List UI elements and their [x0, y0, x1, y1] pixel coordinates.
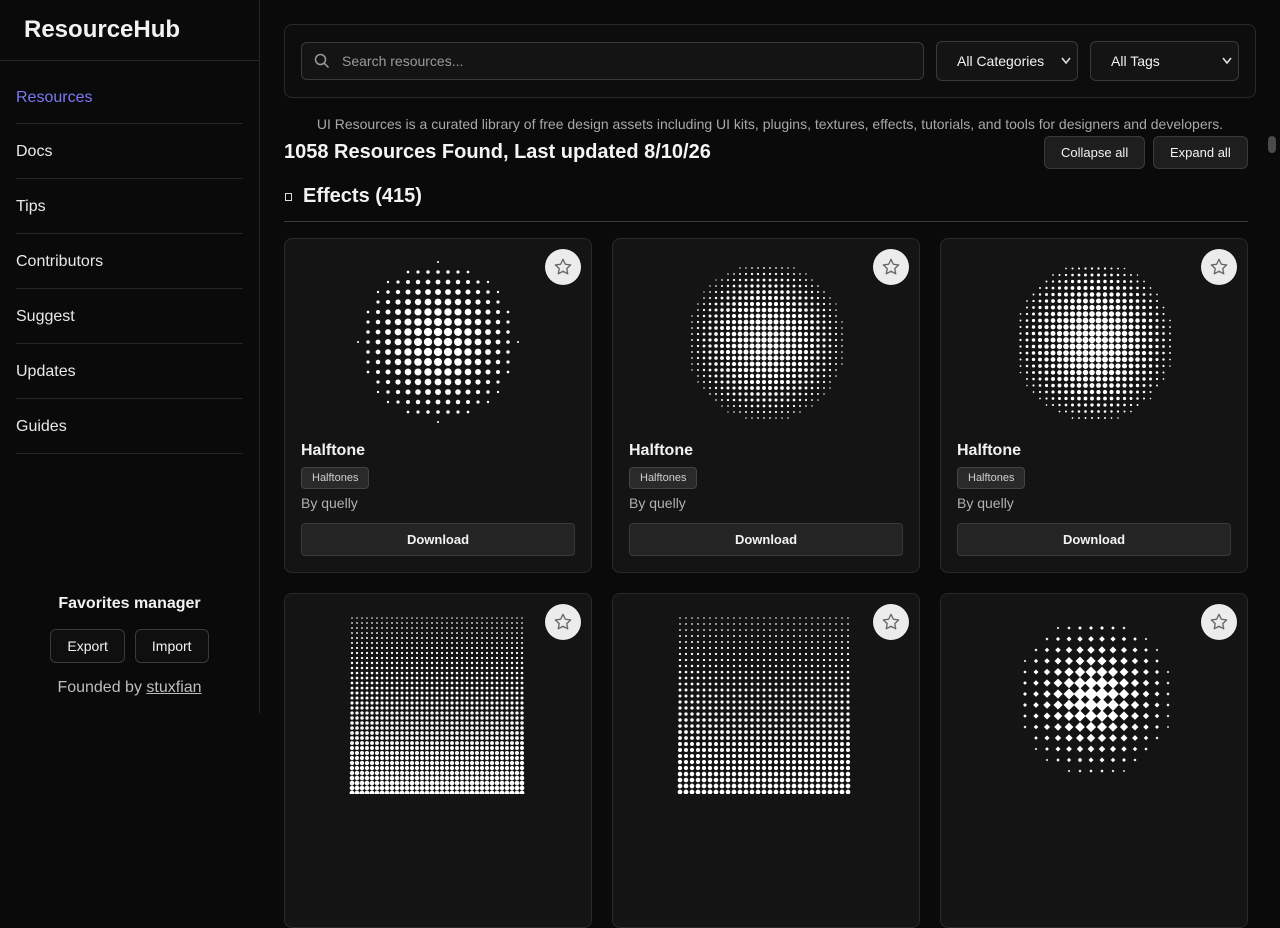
star-icon [882, 613, 900, 630]
tag-badge[interactable]: Halftones [957, 467, 1026, 489]
star-icon [882, 258, 900, 275]
collapse-toggle-icon[interactable] [285, 193, 292, 201]
sidebar-item-resources[interactable]: Resources [16, 72, 243, 124]
search-box[interactable] [301, 42, 924, 80]
sidebar-nav: Resources Docs Tips Contributors Suggest… [0, 72, 259, 454]
founded-by: Founded by stuxfian [0, 679, 259, 697]
favorite-star-button[interactable] [1201, 249, 1237, 285]
search-input[interactable] [342, 43, 912, 79]
collapse-all-button[interactable]: Collapse all [1044, 136, 1146, 169]
tags-select-value: All Tags [1111, 53, 1160, 69]
resource-card[interactable] [940, 593, 1248, 928]
star-icon [1210, 613, 1228, 630]
favorite-star-button[interactable] [1201, 604, 1237, 640]
import-button[interactable]: Import [134, 629, 209, 663]
resource-card[interactable]: Halftone Halftones By quelly Download [940, 238, 1248, 573]
resource-card[interactable]: Halftone Halftones By quelly Download [612, 238, 920, 573]
star-icon [554, 258, 572, 275]
tag-badge[interactable]: Halftones [629, 467, 698, 489]
site-description: UI Resources is a curated library of fre… [316, 116, 1224, 132]
main-content: All Categories All Tags UI Resources is … [284, 0, 1256, 928]
card-title: Halftone [301, 442, 365, 459]
resource-card[interactable]: Halftone Halftones By quelly Download [284, 238, 592, 573]
section-header-effects[interactable]: Effects (415) [284, 184, 1248, 222]
scrollbar[interactable] [1264, 0, 1280, 713]
favorites-title: Favorites manager [58, 595, 201, 612]
favorite-star-button[interactable] [545, 604, 581, 640]
section-title: Effects (415) [303, 185, 422, 207]
founded-prefix: Founded by [57, 679, 142, 696]
card-author: By quelly [629, 495, 686, 511]
star-icon [1210, 258, 1228, 275]
sidebar-item-guides[interactable]: Guides [16, 399, 243, 454]
brand-logo[interactable]: ResourceHub [0, 0, 259, 61]
chevron-down-icon [1061, 57, 1071, 65]
tag-badge[interactable]: Halftones [301, 467, 370, 489]
download-button[interactable]: Download [957, 523, 1231, 556]
filter-bar: All Categories All Tags [284, 24, 1256, 98]
founder-link[interactable]: stuxfian [146, 679, 201, 696]
favorite-star-button[interactable] [873, 249, 909, 285]
category-select-value: All Categories [957, 53, 1045, 69]
sidebar: ResourceHub Resources Docs Tips Contribu… [0, 0, 260, 713]
download-button[interactable]: Download [301, 523, 575, 556]
tags-select[interactable]: All Tags [1090, 41, 1239, 81]
resource-card[interactable] [284, 593, 592, 928]
sidebar-item-contributors[interactable]: Contributors [16, 234, 243, 289]
card-title: Halftone [629, 442, 693, 459]
scrollbar-thumb[interactable] [1268, 136, 1276, 153]
card-author: By quelly [957, 495, 1014, 511]
favorite-star-button[interactable] [545, 249, 581, 285]
card-author: By quelly [301, 495, 358, 511]
resource-card[interactable] [612, 593, 920, 928]
category-select[interactable]: All Categories [936, 41, 1078, 81]
sidebar-item-suggest[interactable]: Suggest [16, 289, 243, 344]
chevron-down-icon [1222, 57, 1232, 65]
favorites-manager: Favorites manager Export Import Founded … [0, 595, 259, 713]
export-button[interactable]: Export [50, 629, 125, 663]
card-title: Halftone [957, 442, 1021, 459]
search-icon [314, 53, 330, 69]
sidebar-item-updates[interactable]: Updates [16, 344, 243, 399]
expand-all-button[interactable]: Expand all [1153, 136, 1248, 169]
favorite-star-button[interactable] [873, 604, 909, 640]
results-count: 1058 Resources Found, Last updated 8/10/… [284, 141, 711, 163]
download-button[interactable]: Download [629, 523, 903, 556]
star-icon [554, 613, 572, 630]
sidebar-item-tips[interactable]: Tips [16, 179, 243, 234]
sidebar-item-docs[interactable]: Docs [16, 124, 243, 179]
